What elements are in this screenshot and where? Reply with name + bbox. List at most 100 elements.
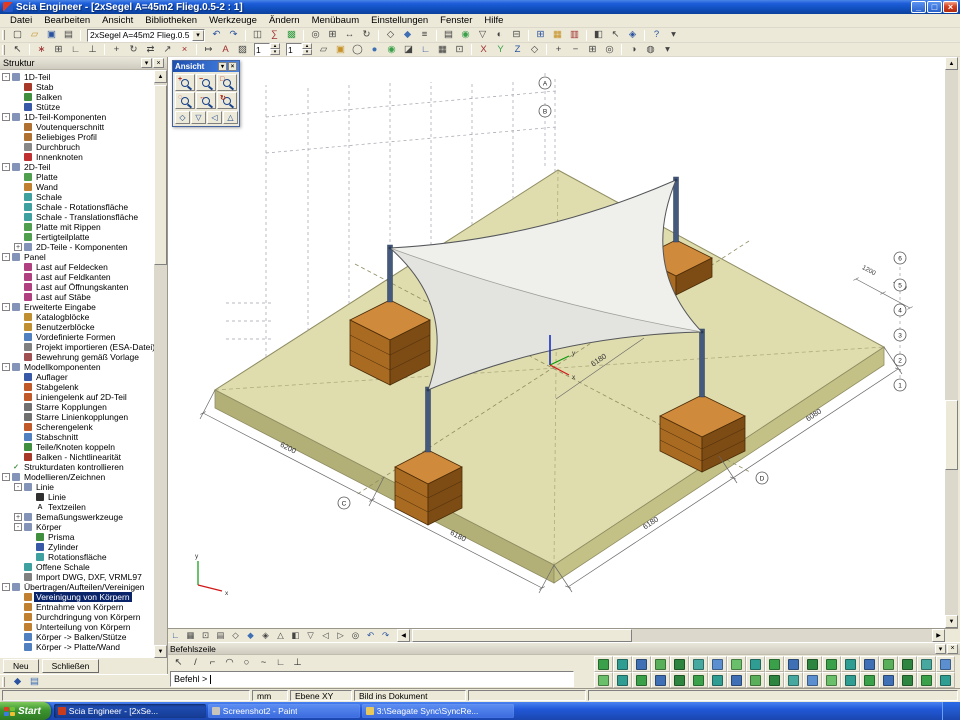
command-icon[interactable]: [746, 656, 765, 672]
menu-bearbeiten[interactable]: Bearbeiten: [38, 14, 96, 27]
panel-menu-icon[interactable]: ▾: [935, 644, 946, 654]
zoom-box-icon[interactable]: ⊞: [584, 43, 601, 56]
tree-item[interactable]: Schale - Translationsfläche: [0, 212, 154, 222]
collapse-icon[interactable]: -: [14, 483, 22, 491]
viewport[interactable]: x y y x 6200 6180: [168, 57, 958, 628]
visibility-icon[interactable]: ◐: [491, 29, 508, 42]
undo-icon[interactable]: ↶: [208, 29, 225, 42]
tree-item[interactable]: Durchbruch: [0, 142, 154, 152]
help-icon[interactable]: ?: [648, 29, 665, 42]
palette-menu-icon[interactable]: ▾: [218, 62, 227, 71]
raster-icon[interactable]: ▦: [434, 43, 451, 56]
tree-item[interactable]: Stabgelenk: [0, 382, 154, 392]
print-icon[interactable]: ▤: [60, 29, 77, 42]
more-tools-icon[interactable]: ▾: [665, 29, 682, 42]
command-icon[interactable]: [651, 672, 670, 688]
tree-item[interactable]: Last auf Stäbe: [0, 292, 154, 302]
properties-icon[interactable]: ◧: [590, 29, 607, 42]
taskbar-button[interactable]: Scia Engineer - [2xSe...: [54, 704, 206, 718]
next-view-icon[interactable]: ↷: [378, 630, 393, 642]
combobox-dropdown-icon[interactable]: ▾: [192, 30, 204, 41]
rotate-icon[interactable]: ↻: [125, 43, 142, 56]
mirror-icon[interactable]: ⇄: [142, 43, 159, 56]
hatch-icon[interactable]: ▨: [234, 43, 251, 56]
tree-item[interactable]: Stab: [0, 82, 154, 92]
command-icon[interactable]: [670, 672, 689, 688]
side-view-icon[interactable]: ▷: [333, 630, 348, 642]
tree-item[interactable]: Offene Schale: [0, 562, 154, 572]
light-icon[interactable]: ◍: [642, 43, 659, 56]
collapse-icon[interactable]: -: [2, 363, 10, 371]
scrollbar-thumb[interactable]: [412, 629, 632, 642]
maximize-button[interactable]: □: [927, 1, 942, 13]
spinner-down-icon[interactable]: ▾: [302, 49, 312, 55]
command-icon[interactable]: [594, 672, 613, 688]
zoom-in-icon[interactable]: +: [550, 43, 567, 56]
mast-3[interactable]: [426, 387, 431, 452]
perspective-icon[interactable]: △: [273, 630, 288, 642]
command-icon[interactable]: [898, 672, 917, 688]
calculation-icon[interactable]: ∑: [266, 29, 283, 42]
tree-item[interactable]: +2D-Teile - Komponenten: [0, 242, 154, 252]
command-panel-header[interactable]: Befehlszeile ▾ ×: [168, 643, 960, 655]
command-input[interactable]: Befehl >: [170, 671, 574, 687]
tree-item[interactable]: Last auf Öffnungskanten: [0, 282, 154, 292]
tree-item[interactable]: Import DWG, DXF, VRML97: [0, 572, 154, 582]
tree-item[interactable]: -Übertragen/Aufteilen/Vereinigen: [0, 582, 154, 592]
command-icon[interactable]: [822, 672, 841, 688]
line-tool-icon[interactable]: /: [187, 656, 204, 669]
redo-icon[interactable]: ↷: [225, 29, 242, 42]
tree-item[interactable]: -1D-Teil: [0, 72, 154, 82]
scroll-up-icon[interactable]: ▲: [154, 70, 167, 83]
tree-item[interactable]: -1D-Teil-Komponenten: [0, 112, 154, 122]
panel-close-icon[interactable]: ×: [153, 58, 164, 68]
collapse-icon[interactable]: -: [14, 523, 22, 531]
scroll-left-icon[interactable]: ◀: [397, 629, 410, 642]
panel-menu-icon[interactable]: ▾: [141, 58, 152, 68]
command-icon[interactable]: [841, 672, 860, 688]
command-icon[interactable]: [708, 672, 727, 688]
selection-tool-icon[interactable]: ↖: [170, 656, 187, 669]
tree-item[interactable]: Zylinder: [0, 542, 154, 552]
hidden-line-icon[interactable]: ◈: [258, 630, 273, 642]
tree-item[interactable]: Prisma: [0, 532, 154, 542]
layers-icon[interactable]: ▤: [440, 29, 457, 42]
snap-settings-icon[interactable]: ⊡: [451, 43, 468, 56]
tree-item[interactable]: Beliebiges Profil: [0, 132, 154, 142]
menu-bibliotheken[interactable]: Bibliotheken: [139, 14, 203, 27]
document-icon[interactable]: ▥: [566, 29, 583, 42]
zoom-out-button[interactable]: −: [196, 74, 216, 91]
zoom-out-icon[interactable]: −: [567, 43, 584, 56]
tree-item[interactable]: ATextzeilen: [0, 502, 154, 512]
zoom-in-button[interactable]: +: [175, 74, 195, 91]
tree-item[interactable]: -Erweiterte Eingabe: [0, 302, 154, 312]
labels-icon[interactable]: ≡: [416, 29, 433, 42]
ortho-icon[interactable]: ∟: [67, 43, 84, 56]
top-view-icon[interactable]: ▽: [303, 630, 318, 642]
collapse-icon[interactable]: -: [2, 73, 10, 81]
expand-icon[interactable]: +: [14, 243, 22, 251]
tree-item[interactable]: Fertigteilplatte: [0, 232, 154, 242]
tree-item[interactable]: Schale: [0, 192, 154, 202]
tree-item[interactable]: -2D-Teil: [0, 162, 154, 172]
scroll-up-icon[interactable]: ▲: [945, 57, 958, 70]
tree-item[interactable]: Starre Linienkopplungen: [0, 412, 154, 422]
spline-tool-icon[interactable]: ~: [255, 656, 272, 669]
open-project-icon[interactable]: ▱: [26, 29, 43, 42]
project-item-combobox[interactable]: 2xSegel A=45m2 Flieg.0.5 ▾: [87, 29, 205, 42]
command-icon[interactable]: [936, 672, 955, 688]
mesh-icon[interactable]: ▩: [283, 29, 300, 42]
palette-title-bar[interactable]: Ansicht ▾ ×: [173, 61, 239, 72]
osnap-icon[interactable]: ⊥: [84, 43, 101, 56]
ucs-icon[interactable]: ∟: [417, 43, 434, 56]
tree-item[interactable]: +Bemaßungswerkzeuge: [0, 512, 154, 522]
menu-einstellungen[interactable]: Einstellungen: [365, 14, 434, 27]
tree-item[interactable]: ✓Strukturdaten kontrollieren: [0, 462, 154, 472]
viewport-hscrollbar[interactable]: ◀ ▶: [397, 629, 945, 642]
new-project-icon[interactable]: ▢: [9, 29, 26, 42]
tree-item[interactable]: Bewehrung gemäß Vorlage: [0, 352, 154, 362]
minimize-button[interactable]: _: [911, 1, 926, 13]
save-icon[interactable]: ▣: [43, 29, 60, 42]
command-icon[interactable]: [898, 656, 917, 672]
rendered-view-icon[interactable]: ◆: [399, 29, 416, 42]
